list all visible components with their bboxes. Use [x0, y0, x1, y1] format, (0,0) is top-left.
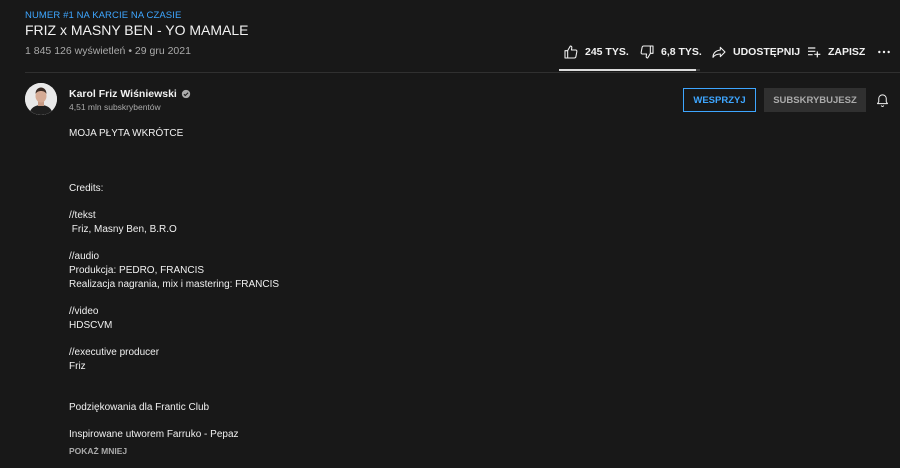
more-actions-button[interactable] — [876, 44, 892, 60]
share-button[interactable]: UDOSTĘPNIJ — [711, 44, 800, 60]
verified-icon — [181, 89, 191, 99]
dislike-count: 6,8 TYS. — [661, 46, 702, 58]
channel-name[interactable]: Karol Friz Wiśniewski — [69, 88, 177, 100]
like-ratio-fill — [559, 69, 696, 71]
subscriber-count: 4,51 mln subskrybentów — [69, 102, 161, 112]
trending-badge[interactable]: NUMER #1 NA KARCIE NA CZASIE — [25, 10, 181, 21]
share-icon — [712, 46, 726, 58]
channel-name-row[interactable]: Karol Friz Wiśniewski — [69, 88, 191, 100]
thumbs-up-icon — [564, 45, 578, 59]
video-description: MOJA PŁYTA WKRÓTCE Credits: //tekst Friz… — [69, 128, 280, 441]
like-count: 245 TYS. — [585, 46, 629, 58]
divider — [25, 72, 900, 73]
share-label: UDOSTĘPNIJ — [733, 46, 801, 58]
support-button[interactable]: WESPRZYJ — [683, 88, 756, 112]
like-ratio-bar — [559, 69, 700, 71]
add-to-playlist-icon — [808, 47, 821, 58]
save-label: ZAPISZ — [828, 46, 866, 58]
show-less-button[interactable]: POKAŻ MNIEJ — [69, 446, 127, 456]
avatar-image — [25, 83, 57, 115]
dislike-button[interactable]: 6,8 TYS. — [639, 44, 702, 60]
like-button[interactable]: 245 TYS. — [563, 44, 629, 60]
bell-icon[interactable] — [875, 93, 890, 108]
view-count-date: 1 845 126 wyświetleń • 29 gru 2021 — [25, 45, 191, 57]
subscribed-button[interactable]: SUBSKRYBUJESZ — [764, 88, 866, 112]
more-horiz-icon — [878, 50, 890, 54]
channel-avatar[interactable] — [25, 83, 57, 115]
thumbs-down-icon — [640, 45, 654, 59]
video-title: FRIZ x MASNY BEN - YO MAMALE — [25, 22, 249, 38]
save-button[interactable]: ZAPISZ — [806, 44, 865, 60]
